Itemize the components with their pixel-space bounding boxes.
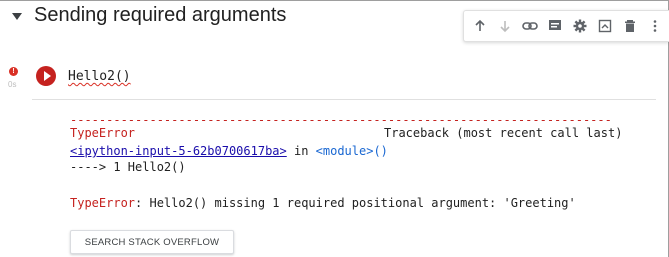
traceback-arrow-line: ----> 1 Hello2(): [70, 160, 186, 174]
settings-icon[interactable]: [571, 17, 589, 35]
execution-time: 0s: [8, 80, 17, 89]
error-message: : Hello2() missing 1 required positional…: [135, 196, 576, 210]
comment-icon[interactable]: [546, 17, 564, 35]
cell-toolbar: [463, 10, 669, 42]
more-icon[interactable]: [646, 17, 664, 35]
output-divider: [32, 99, 656, 100]
play-icon: [43, 71, 51, 81]
move-down-icon[interactable]: [496, 17, 514, 35]
move-up-icon[interactable]: [471, 17, 489, 35]
link-icon[interactable]: [521, 17, 539, 35]
code-text: Hello2(): [68, 69, 131, 84]
code-editor[interactable]: Hello2(): [68, 69, 131, 84]
traceback-module: <module>(): [315, 144, 388, 158]
traceback-header: Traceback (most recent call last): [384, 126, 623, 140]
collapse-caret-icon[interactable]: [12, 13, 22, 20]
delete-icon[interactable]: [621, 17, 639, 35]
error-badge: !: [9, 67, 18, 76]
ipython-input-link[interactable]: <ipython-input-5-62b0700617ba>: [70, 144, 287, 158]
error-prefix: TypeError: [70, 196, 136, 210]
traceback-location-line: <ipython-input-5-62b0700617ba> in <modul…: [70, 144, 388, 159]
mirror-cell-icon[interactable]: [596, 17, 614, 35]
error-message-line: TypeError: Hello2() missing 1 required p…: [70, 196, 576, 211]
search-stack-overflow-button[interactable]: SEARCH STACK OVERFLOW: [70, 230, 234, 254]
section-title: Sending required arguments: [34, 4, 287, 26]
traceback-error-type: TypeError: [70, 126, 136, 140]
traceback-in-word: in: [286, 144, 316, 158]
run-cell-button[interactable]: [36, 66, 56, 86]
